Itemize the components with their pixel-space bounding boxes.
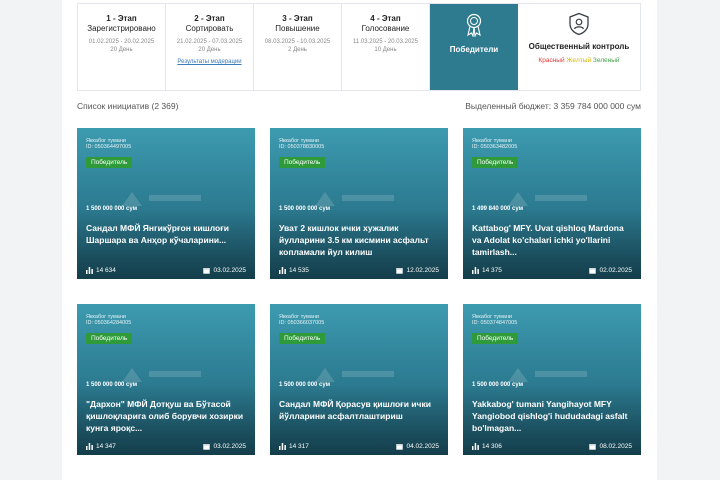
stage-days: 10 День	[374, 47, 397, 53]
stage-subtitle: Сортировать	[185, 24, 234, 33]
card-footer: 14 317 04.02.2025	[279, 443, 439, 450]
card-budget: 1 499 840 000 сум	[472, 206, 524, 212]
card-budget: 1 500 000 000 сум	[86, 382, 138, 388]
initiative-card[interactable]: Яккабог тумани ID: 050364284005 Победите…	[77, 304, 255, 455]
calendar-icon	[203, 268, 211, 274]
card-budget: 1 500 000 000 сум	[279, 206, 331, 212]
moderation-results-link[interactable]: Результаты модерации	[166, 58, 253, 67]
winners-label: Победители	[449, 45, 499, 54]
initiatives-count: Список инициатив (2 369)	[77, 101, 179, 111]
stage-days: 2 День	[288, 47, 307, 53]
medal-icon	[466, 13, 482, 37]
winner-badge: Победитель	[86, 157, 133, 168]
stage-subtitle: Зарегистрировано	[87, 24, 156, 33]
card-footer: 14 634 03.02.2025	[86, 267, 246, 274]
winner-badge: Победитель	[279, 157, 326, 168]
card-date: 08.02.2025	[599, 443, 632, 450]
card-title[interactable]: "Дархон" МФЙ Дотқуш ва Бўтасой қишлоқлар…	[86, 398, 248, 434]
stage-4[interactable]: 4 - Этап Голосование 11.03.2025 - 20.03.…	[342, 4, 430, 90]
public-control-label: Общественный контроль	[528, 42, 630, 51]
card-footer: 14 375 02.02.2025	[472, 267, 632, 274]
card-footer: 14 347 03.02.2025	[86, 443, 246, 450]
allocated-budget: Выделенный бюджет: 3 359 784 000 000 сум	[465, 101, 641, 111]
card-budget: 1 500 000 000 сум	[279, 382, 331, 388]
card-title[interactable]: Сандал МФЙ Қорасув қишлоғи ички йўлларин…	[279, 398, 441, 422]
stage-title: 1 - Этап	[106, 14, 137, 23]
stage-title: 2 - Этап	[194, 14, 225, 23]
card-id: ID: 050366037005	[279, 320, 325, 326]
stages-bar: 1 - Этап Зарегистрировано 01.02.2025 - 2…	[77, 3, 641, 91]
initiative-card[interactable]: Яккабог тумани ID: 050378830005 Победите…	[270, 128, 448, 279]
card-votes: 14 634	[96, 267, 116, 274]
votes-icon	[279, 443, 286, 450]
control-legend: Красный Жeлтый Зеленый	[518, 57, 640, 64]
votes-icon	[472, 443, 479, 450]
card-title[interactable]: Сандал МФЙ Янгикўрғон кишлоғи Шаршара ва…	[86, 222, 248, 246]
card-date: 03.02.2025	[213, 267, 246, 274]
initiative-card[interactable]: Яккабог тумани ID: 050374847005 Победите…	[463, 304, 641, 455]
card-budget: 1 500 000 000 сум	[472, 382, 524, 388]
winners-tab[interactable]: Победители	[430, 4, 518, 90]
card-date: 04.02.2025	[406, 443, 439, 450]
card-title[interactable]: Уват 2 кишлок ички хужалик йулларини 3.5…	[279, 222, 441, 258]
card-footer: 14 306 08.02.2025	[472, 443, 632, 450]
stage-subtitle: Повышение	[275, 24, 320, 33]
stage-days: 20 День	[198, 47, 221, 53]
stage-3[interactable]: 3 - Этап Повышение 08.03.2025 - 10.03.20…	[254, 4, 342, 90]
calendar-icon	[589, 268, 597, 274]
stage-dates: 21.02.2025 - 07.03.2025	[176, 39, 243, 45]
legend-red: Красный	[538, 57, 565, 64]
stage-dates: 11.03.2025 - 20.03.2025	[353, 39, 418, 45]
shield-user-icon	[569, 12, 589, 36]
initiative-card[interactable]: Яккабог тумани ID: 050366037005 Победите…	[270, 304, 448, 455]
stage-2[interactable]: 2 - Этап Сортировать 21.02.2025 - 07.03.…	[166, 4, 254, 90]
card-votes: 14 375	[482, 267, 502, 274]
votes-icon	[86, 267, 93, 274]
card-votes: 14 317	[289, 443, 309, 450]
votes-icon	[86, 443, 93, 450]
legend-green: Зеленый	[592, 57, 620, 64]
card-id: ID: 050364497005	[86, 144, 132, 150]
page-container: 1 - Этап Зарегистрировано 01.02.2025 - 2…	[62, 0, 657, 480]
stage-days: 20 День	[110, 47, 133, 53]
card-id: ID: 050364284005	[86, 320, 132, 326]
card-votes: 14 347	[96, 443, 116, 450]
winner-badge: Победитель	[472, 157, 519, 168]
card-budget: 1 500 000 000 сум	[86, 206, 138, 212]
card-date: 02.02.2025	[599, 267, 632, 274]
card-date: 03.02.2025	[213, 443, 246, 450]
card-votes: 14 306	[482, 443, 502, 450]
card-title[interactable]: Yakkabog' tumani Yangihayot MFY Yangiobo…	[472, 398, 634, 434]
winner-badge: Победитель	[86, 333, 133, 344]
stage-dates: 08.03.2025 - 10.03.2025	[264, 39, 331, 45]
initiative-card[interactable]: Яккабог тумани ID: 050364497005 Победите…	[77, 128, 255, 279]
calendar-icon	[589, 444, 597, 450]
card-id: ID: 050378830005	[279, 144, 325, 150]
stage-title: 4 - Этап	[370, 14, 401, 23]
winner-badge: Победитель	[279, 333, 326, 344]
card-footer: 14 535 12.02.2025	[279, 267, 439, 274]
card-date: 12.02.2025	[406, 267, 439, 274]
card-votes: 14 535	[289, 267, 309, 274]
card-id: ID: 050363482005	[472, 144, 518, 150]
stage-dates: 01.02.2025 - 20.02.2025	[88, 39, 155, 45]
calendar-icon	[396, 444, 404, 450]
initiative-card[interactable]: Яккабог тумани ID: 050363482005 Победите…	[463, 128, 641, 279]
legend-yellow: Жeлтый	[566, 57, 592, 64]
card-title[interactable]: Kattabog' MFY. Uvat qishloq Mardona va A…	[472, 222, 634, 258]
stage-1[interactable]: 1 - Этап Зарегистрировано 01.02.2025 - 2…	[78, 4, 166, 90]
calendar-icon	[203, 444, 211, 450]
list-header: Список инициатив (2 369) Выделенный бюдж…	[77, 101, 641, 111]
winner-badge: Победитель	[472, 333, 519, 344]
public-control-tab[interactable]: Общественный контроль Красный Жeлтый Зел…	[518, 4, 640, 90]
card-id: ID: 050374847005	[472, 320, 518, 326]
votes-icon	[472, 267, 479, 274]
stage-subtitle: Голосование	[361, 24, 410, 33]
calendar-icon	[396, 268, 404, 274]
stage-title: 3 - Этап	[282, 14, 313, 23]
votes-icon	[279, 267, 286, 274]
